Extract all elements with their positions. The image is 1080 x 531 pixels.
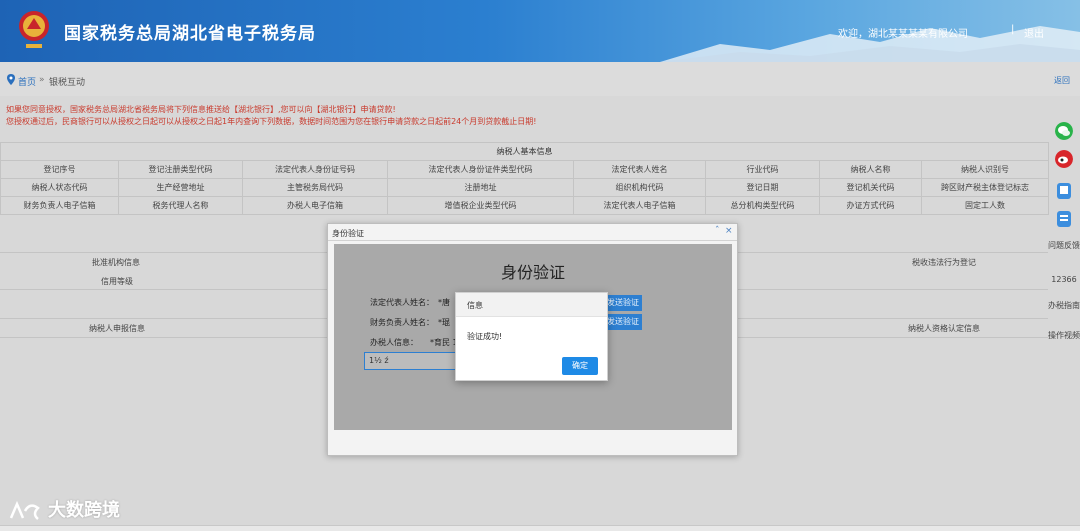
field-header: 跨区财产税主体登记标志 — [921, 178, 1049, 197]
field-header: 登记注册类型代码 — [118, 160, 243, 179]
legal-rep-label: 法定代表人姓名： — [370, 298, 434, 307]
dialog-header: 身份验证 ˆ × — [328, 224, 737, 241]
field-header: 纳税人状态代码 — [0, 178, 119, 197]
dialog-window-title: 身份验证 — [332, 229, 364, 238]
field-header: 登记日期 — [705, 178, 820, 197]
breadcrumb-arrow: » — [39, 75, 45, 85]
field-header: 税务代理人名称 — [118, 196, 243, 215]
site-title: 国家税务总局湖北省电子税务局 — [64, 24, 316, 44]
message-title: 信息 — [467, 301, 483, 310]
bottom-edge — [0, 525, 1080, 531]
hotline-text: 12366 — [1051, 275, 1077, 284]
agent-value: *育民 1 — [430, 338, 458, 347]
field-header: 固定工人数 — [921, 196, 1049, 215]
guide-link[interactable]: 办税指南 — [1048, 300, 1080, 311]
field-header: 登记序号 — [0, 160, 119, 179]
field-header: 法定代表人电子信箱 — [573, 196, 706, 215]
dialog-heading: 身份验证 — [500, 263, 565, 282]
tutorial-link[interactable]: 操作视频 — [1048, 330, 1080, 341]
declaration-label: 纳税人申报信息 — [89, 324, 145, 333]
field-header: 纳税人名称 — [819, 160, 922, 179]
welcome-text: 欢迎，湖北某某某某有限公司 — [838, 29, 968, 40]
authorization-notice: 如果您同意授权，国家税务总局湖北省税务局将下列信息推送给【湖北银行】,您可以向【… — [6, 105, 396, 114]
right-float-bar: 问题反馈 12366 办税指南 操作视频 — [1048, 112, 1080, 362]
tax-emblem-icon — [19, 11, 49, 48]
brand-watermark: 大数跨境 — [8, 496, 120, 522]
tax-violation-label: 税收违法行为登记 — [912, 258, 976, 267]
location-pin-icon — [7, 74, 15, 85]
field-header: 总分机构类型代码 — [705, 196, 820, 215]
field-header: 纳税人识别号 — [921, 160, 1049, 179]
breadcrumb-home[interactable]: 首页 — [18, 75, 36, 88]
basic-info-table: 纳税人基本信息 登记序号 登记注册类型代码 法定代表人身份证号码 法定代表人身份… — [0, 142, 1049, 215]
back-link[interactable]: 返回 — [1054, 75, 1070, 86]
minimize-icon[interactable]: ˆ — [715, 226, 720, 236]
field-header: 注册地址 — [387, 178, 574, 197]
field-header: 登记机关代码 — [819, 178, 922, 197]
top-header: 国家税务总局湖北省电子税务局 欢迎，湖北某某某某有限公司 | 退出 — [0, 0, 1080, 62]
field-header: 财务负责人电子信箱 — [0, 196, 119, 215]
send-code-button-finance[interactable]: 发送验证码 — [602, 314, 642, 330]
feedback-icon[interactable] — [1055, 210, 1073, 228]
authorization-notice-detail: 您授权通过后，民商银行可以从授权之日起可以从授权之日起1年内查询下列数据，数据时… — [6, 117, 537, 126]
breadcrumb: 首页 » 银税互动 返回 — [0, 62, 1080, 96]
phone-input[interactable]: 1½ ź — [364, 352, 456, 370]
field-header: 组织机构代码 — [573, 178, 706, 197]
message-text: 验证成功! — [467, 332, 503, 341]
ok-button[interactable]: 确定 — [562, 357, 598, 375]
finance-label: 财务负责人姓名： — [370, 318, 434, 327]
field-header: 行业代码 — [705, 160, 820, 179]
approval-org-label: 批准机构信息 — [92, 258, 140, 267]
mobile-app-icon[interactable] — [1055, 182, 1073, 200]
brand-logo-icon — [9, 500, 40, 520]
close-icon[interactable]: × — [725, 226, 733, 236]
field-header: 生产经营地址 — [118, 178, 243, 197]
field-header: 增值税企业类型代码 — [387, 196, 574, 215]
field-header: 主管税务局代码 — [242, 178, 388, 197]
basic-info-title: 纳税人基本信息 — [0, 142, 1049, 161]
qualification-label: 纳税人资格认定信息 — [908, 324, 980, 333]
brand-watermark-text: 大数跨境 — [48, 500, 120, 521]
wechat-icon[interactable] — [1055, 122, 1073, 140]
credit-level-label: 信用等级 — [101, 277, 133, 286]
breadcrumb-current: 银税互动 — [49, 78, 86, 88]
field-header: 法定代表人姓名 — [573, 160, 706, 179]
legal-rep-value: *唐 — [438, 298, 450, 307]
header-separator: | — [1011, 24, 1015, 35]
send-code-button-legal[interactable]: 发送验证码 — [602, 295, 642, 311]
field-header: 法定代表人身份证号码 — [242, 160, 388, 179]
message-header: 信息 — [456, 293, 607, 317]
message-box: 信息 验证成功! 确定 — [455, 292, 608, 381]
finance-value: *琨 — [438, 318, 450, 327]
field-header: 法定代表人身份证件类型代码 — [387, 160, 574, 179]
weibo-icon[interactable] — [1055, 150, 1073, 168]
field-header: 办税人电子信箱 — [242, 196, 388, 215]
logout-link[interactable]: 退出 — [1024, 25, 1044, 40]
agent-label: 办税人信息： — [370, 338, 418, 347]
field-header: 办证方式代码 — [819, 196, 922, 215]
feedback-link[interactable]: 问题反馈 — [1048, 240, 1080, 251]
